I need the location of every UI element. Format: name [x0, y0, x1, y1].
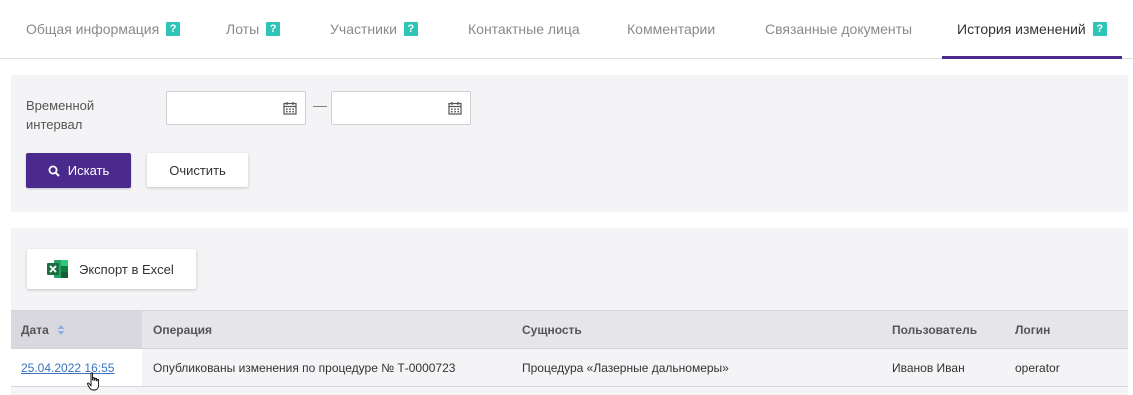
search-icon [48, 165, 60, 177]
filter-panel: Временной интервал — Искать Очистить [11, 75, 1128, 212]
results-panel: Экспорт в Excel Дата Операция Сущность П… [11, 228, 1128, 395]
cell-entity: Процедура «Лазерные дальномеры» [522, 360, 729, 375]
tab-bar: Общая информация ? Лоты ? Участники ? Ко… [0, 0, 1133, 59]
tab-label: История изменений [957, 21, 1086, 37]
cell-operation: Опубликованы изменения по процедуре № Т-… [153, 360, 456, 375]
clear-button[interactable]: Очистить [147, 153, 248, 187]
help-icon[interactable]: ? [1092, 22, 1107, 36]
tab-label: Контактные лица [468, 21, 580, 37]
history-table: Дата Операция Сущность Пользователь Логи… [11, 310, 1128, 387]
tab-general-info[interactable]: Общая информация ? [26, 0, 181, 58]
table-header: Дата Операция Сущность Пользователь Логи… [11, 310, 1128, 349]
sort-icon[interactable] [57, 324, 65, 336]
help-icon[interactable]: ? [403, 22, 418, 36]
column-header-label: Логин [1015, 322, 1051, 337]
tab-comments[interactable]: Комментарии [627, 0, 715, 58]
date-from-field[interactable] [166, 91, 306, 125]
date-link[interactable]: 25.04.2022 16:55 [21, 361, 114, 375]
tab-related-documents[interactable]: Связанные документы [765, 0, 912, 58]
column-header-label: Дата [21, 322, 49, 337]
column-header-login[interactable]: Логин [1015, 311, 1050, 348]
column-header-label: Пользователь [892, 322, 978, 337]
date-to-field[interactable] [331, 91, 471, 125]
tab-change-history[interactable]: История изменений ? [942, 0, 1122, 59]
excel-icon [47, 260, 68, 278]
time-interval-label: Временной интервал [26, 98, 95, 132]
tab-label: Комментарии [627, 21, 716, 37]
calendar-icon[interactable] [448, 101, 462, 115]
tab-participants[interactable]: Участники ? [330, 0, 418, 58]
table-row: 25.04.2022 16:55 Опубликованы изменения … [11, 349, 1128, 387]
cell-user: Иванов Иван [892, 360, 965, 375]
tab-label: Общая информация [26, 21, 160, 37]
column-header-label: Операция [153, 322, 213, 337]
help-icon[interactable]: ? [266, 22, 281, 36]
cell-login: operator [1015, 360, 1060, 375]
column-header-user[interactable]: Пользователь [892, 311, 977, 348]
tab-label: Участники [330, 21, 397, 37]
search-button-label: Искать [67, 163, 110, 178]
calendar-icon[interactable] [283, 101, 297, 115]
tab-contacts[interactable]: Контактные лица [468, 0, 580, 58]
cell-date: 25.04.2022 16:55 [11, 349, 142, 386]
column-header-entity[interactable]: Сущность [522, 311, 582, 348]
export-excel-label: Экспорт в Excel [79, 261, 174, 277]
column-header-label: Сущность [522, 322, 582, 337]
date-to-input[interactable] [332, 92, 442, 124]
help-icon[interactable]: ? [166, 22, 181, 36]
date-from-input[interactable] [167, 92, 277, 124]
column-header-operation[interactable]: Операция [153, 311, 212, 348]
tab-label: Лоты [226, 21, 260, 37]
tab-lots[interactable]: Лоты ? [226, 0, 281, 58]
export-excel-button[interactable]: Экспорт в Excel [27, 249, 196, 289]
column-header-date[interactable]: Дата [11, 311, 142, 348]
search-button[interactable]: Искать [26, 153, 131, 188]
clear-button-label: Очистить [169, 162, 226, 178]
date-range-separator: — [313, 97, 327, 113]
tab-label: Связанные документы [765, 21, 913, 37]
